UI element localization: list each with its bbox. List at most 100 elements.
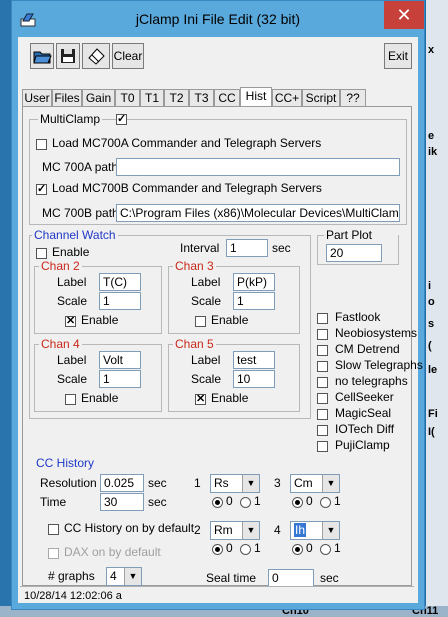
radio-label: 0 [306, 541, 313, 555]
chan-4-enable-checkbox[interactable] [65, 394, 76, 405]
option-label: no telegraphs [335, 374, 408, 388]
slot-1-radio-1[interactable] [240, 497, 251, 508]
load-700b-checkbox[interactable]: ✓ [36, 184, 47, 195]
path-700b-field[interactable]: C:\Program Files (x86)\Molecular Devices… [116, 204, 400, 222]
option-checkbox[interactable] [317, 361, 328, 372]
desktop-text: ( [428, 340, 432, 352]
tab-t1[interactable]: T1 [140, 89, 164, 106]
seal-time-unit: sec [320, 571, 339, 585]
option-label: MagicSeal [335, 406, 392, 420]
option-checkbox[interactable] [317, 393, 328, 404]
chan-2-label-label: Label [57, 275, 87, 289]
chan-3-label-field[interactable]: P(kP) [233, 273, 275, 291]
slot-4-radio-0[interactable] [292, 544, 303, 555]
option-label: Slow Telegraphs [335, 358, 423, 372]
slot-4-select[interactable]: Ih ▼ [290, 521, 340, 540]
tab-script[interactable]: Script [302, 89, 340, 106]
chan-3-title: Chan 3 [173, 259, 216, 273]
tab-cc[interactable]: CC [214, 89, 240, 106]
part-plot-field[interactable]: 20 [326, 244, 382, 262]
chan-3-enable-checkbox[interactable] [195, 316, 206, 327]
title-bar[interactable]: jClamp Ini File Edit (32 bit) ✕ [12, 1, 424, 37]
option-checkbox[interactable] [317, 441, 328, 452]
dax-default-checkbox [48, 548, 59, 559]
slot-number: 2 [194, 523, 201, 537]
slot-3-select[interactable]: Cm ▼ [290, 474, 340, 493]
save-button[interactable] [56, 43, 80, 69]
chan-3-group: Chan 3 Label P(kP) Scale 1 Enable [168, 259, 300, 334]
slot-number: 4 [274, 523, 281, 537]
tab-t2[interactable]: T2 [164, 89, 189, 106]
tab-t0[interactable]: T0 [115, 89, 140, 106]
path-700a-field[interactable] [116, 158, 400, 176]
slot-number: 1 [194, 476, 201, 490]
tab-panel-hist: MultiClamp ✓ Load MC700A Commander and T… [22, 106, 423, 587]
tab-gain[interactable]: Gain [82, 89, 115, 106]
option-checkbox[interactable] [317, 345, 328, 356]
window-title: jClamp Ini File Edit (32 bit) [135, 11, 301, 27]
slot-1-select[interactable]: Rs ▼ [210, 474, 260, 493]
clear-button[interactable]: Clear [112, 43, 144, 69]
option-checkbox[interactable] [317, 313, 328, 324]
slot-4-radio-1[interactable] [320, 544, 331, 555]
chan-5-label-field[interactable]: test [233, 351, 275, 369]
cc-history-default-checkbox[interactable] [48, 524, 59, 535]
close-button[interactable]: ✕ [384, 1, 424, 29]
tab-cc-plus[interactable]: CC+ [272, 89, 302, 106]
channel-watch-enable-checkbox[interactable] [36, 248, 47, 259]
graphs-select[interactable]: 4 ▼ [106, 567, 142, 586]
chan-2-scale-field[interactable]: 1 [99, 292, 141, 310]
interval-field[interactable]: 1 [226, 239, 268, 257]
folder-open-icon [33, 51, 52, 64]
option-label: IOTech Diff [335, 422, 395, 436]
chan-3-label-label: Label [191, 275, 221, 289]
slot-3-radio-0[interactable] [292, 497, 303, 508]
chan-3-enable-label: Enable [211, 313, 249, 327]
chevron-down-icon: ▼ [124, 568, 141, 585]
slot-4-value: Ih [294, 523, 307, 537]
option-checkbox[interactable] [317, 377, 328, 388]
slot-3-radio-1[interactable] [320, 497, 331, 508]
chan-5-scale-field[interactable]: 10 [233, 370, 275, 388]
desktop-text: Fi [428, 408, 438, 420]
tab-user[interactable]: User [22, 89, 52, 106]
chan-4-label-field[interactable]: Volt [99, 351, 141, 369]
multiclamp-checkbox[interactable]: ✓ [116, 114, 127, 125]
time-label: Time [40, 495, 67, 509]
chan-2-label-field[interactable]: T(C) [99, 273, 141, 291]
slot-2-radio-0[interactable] [212, 544, 223, 555]
tab-help[interactable]: ?? [340, 89, 366, 106]
chan-4-scale-field[interactable]: 1 [99, 370, 141, 388]
chan-4-label-label: Label [57, 353, 87, 367]
tab-t3[interactable]: T3 [189, 89, 214, 106]
time-field[interactable]: 30 [100, 493, 144, 511]
option-checkbox[interactable] [317, 329, 328, 340]
load-700a-checkbox[interactable] [36, 139, 47, 150]
chan-3-scale-field[interactable]: 1 [233, 292, 275, 310]
desktop-text: o [428, 296, 435, 308]
desktop-text: le [428, 364, 438, 376]
time-unit: sec [148, 495, 167, 509]
seal-time-field[interactable]: 0 [268, 569, 314, 587]
chan-2-title: Chan 2 [39, 259, 82, 273]
option-checkbox[interactable] [317, 425, 328, 436]
chan-5-label-label: Label [191, 353, 221, 367]
resolution-field[interactable]: 0.025 [100, 474, 144, 492]
desktop-text: e [428, 130, 435, 142]
option-checkbox[interactable] [317, 409, 328, 420]
chan-2-enable-checkbox[interactable]: ✕ [65, 316, 76, 327]
eraser-button[interactable] [82, 43, 110, 69]
chan-5-enable-checkbox[interactable]: ✕ [195, 394, 206, 405]
chan-4-title: Chan 4 [39, 337, 82, 351]
tab-hist[interactable]: Hist [240, 87, 272, 107]
slot-2-select[interactable]: Rm ▼ [210, 521, 260, 540]
option-label: Neobiosystems [335, 326, 418, 340]
chan-4-enable-label: Enable [81, 391, 119, 405]
open-button[interactable] [30, 43, 54, 69]
graphs-label: # graphs [48, 569, 95, 583]
chan-2-enable-label: Enable [81, 313, 119, 327]
tab-files[interactable]: Files [52, 89, 82, 106]
slot-2-radio-1[interactable] [240, 544, 251, 555]
exit-button[interactable]: Exit [384, 43, 412, 69]
slot-1-radio-0[interactable] [212, 497, 223, 508]
